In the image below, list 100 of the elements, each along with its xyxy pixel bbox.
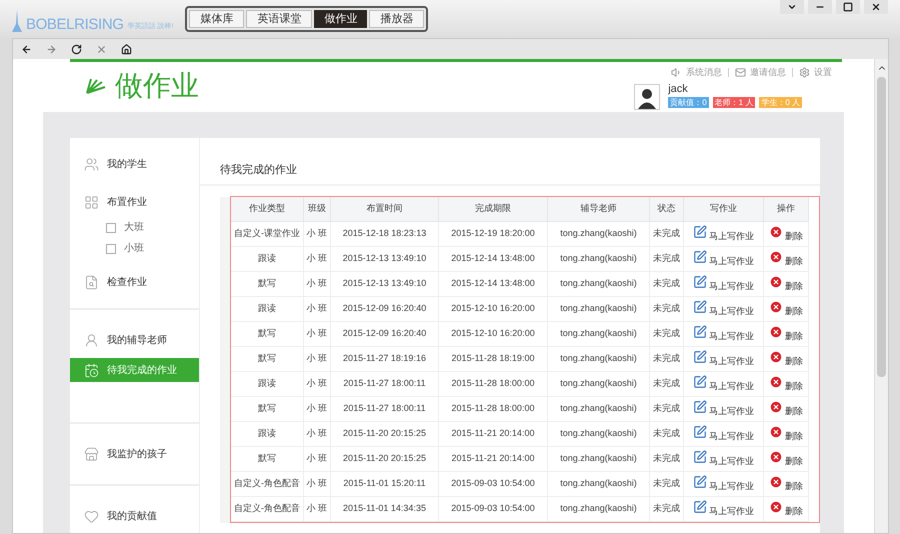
table-cell-text: tong.zhang(kaoshi) xyxy=(560,352,637,366)
module-tab[interactable]: 媒体库 xyxy=(189,10,244,28)
table-cell-text: 跟读 xyxy=(258,302,276,316)
speaker-icon xyxy=(671,67,682,78)
column-header: 操作 xyxy=(777,202,795,216)
calendar-icon xyxy=(84,362,99,378)
delete-link[interactable]: 删除 xyxy=(764,250,808,268)
write-homework-link[interactable]: 马上写作业 xyxy=(684,425,763,443)
edit-icon xyxy=(693,325,707,339)
sidebar-subitem[interactable]: 小班 xyxy=(70,241,199,256)
delete-link[interactable]: 删除 xyxy=(764,375,808,393)
delete-link[interactable]: 删除 xyxy=(764,275,808,293)
table-cell-text: 未完成 xyxy=(653,227,680,240)
table-cell-text: 小 班 xyxy=(306,352,328,366)
table-cell-text: 2015-12-09 16:20:40 xyxy=(342,327,426,340)
delete-icon xyxy=(769,250,783,264)
delete-link[interactable]: 删除 xyxy=(764,500,808,518)
table-cell-text: tong.zhang(kaoshi) xyxy=(560,427,637,440)
table-cell-text: 小 班 xyxy=(306,402,328,416)
home-icon[interactable] xyxy=(121,44,132,54)
edit-icon xyxy=(693,475,707,489)
table-cell-text: 小 班 xyxy=(306,427,328,440)
sidebar-item[interactable]: 我的辅导老师 xyxy=(70,328,199,352)
write-homework-link[interactable]: 马上写作业 xyxy=(684,300,763,318)
delete-link[interactable]: 删除 xyxy=(764,425,808,443)
delete-icon xyxy=(769,325,783,339)
table-cell-text: 自定义-角色配音 xyxy=(234,477,300,490)
hand-logo-icon xyxy=(85,77,107,95)
sidebar-item[interactable]: 我的贡献值 xyxy=(70,504,199,528)
table-cell-text: 未完成 xyxy=(653,477,680,490)
maximize-icon[interactable] xyxy=(836,0,860,14)
delete-icon xyxy=(769,475,783,489)
page-title: 做作业 xyxy=(115,72,199,100)
column-header: 完成期限 xyxy=(475,202,511,216)
delete-link[interactable]: 删除 xyxy=(764,400,808,418)
delete-link[interactable]: 删除 xyxy=(764,350,808,368)
stop-icon[interactable] xyxy=(96,44,107,54)
write-homework-link[interactable]: 马上写作业 xyxy=(684,400,763,418)
column-header: 辅导老师 xyxy=(580,202,616,216)
class-icon xyxy=(106,222,116,232)
write-homework-link[interactable]: 马上写作业 xyxy=(684,275,763,293)
write-homework-link[interactable]: 马上写作业 xyxy=(684,450,763,468)
delete-link[interactable]: 删除 xyxy=(764,475,808,493)
table-cell-text: 小 班 xyxy=(306,302,328,316)
refresh-icon[interactable] xyxy=(71,44,82,54)
table-cell-text: tong.zhang(kaoshi) xyxy=(560,252,637,266)
close-icon[interactable] xyxy=(864,0,888,14)
count-badge: 贡献值：0 xyxy=(668,96,709,108)
table-cell-text: 小 班 xyxy=(306,327,328,340)
user-name: jack xyxy=(668,84,689,94)
edit-icon xyxy=(693,225,707,239)
table-cell-text: 2015-12-14 13:48:00 xyxy=(451,252,535,266)
table-cell-text: 小 班 xyxy=(306,277,328,290)
heart-icon xyxy=(84,508,99,524)
sidebar-item[interactable]: 布置作业 xyxy=(70,190,199,214)
settings-icon xyxy=(799,67,810,78)
module-tab[interactable]: 做作业 xyxy=(314,10,368,28)
dropdown-icon[interactable] xyxy=(780,0,804,14)
module-tab[interactable]: 英语课堂 xyxy=(246,10,312,28)
edit-icon xyxy=(693,350,707,364)
store-icon xyxy=(84,446,99,462)
sidebar-item[interactable]: 我监护的孩子 xyxy=(70,442,199,466)
table-cell-text: 默写 xyxy=(258,327,276,340)
write-homework-link[interactable]: 马上写作业 xyxy=(684,375,763,393)
table-cell-text: 2015-11-27 18:00:11 xyxy=(343,377,426,390)
back-icon[interactable] xyxy=(21,44,32,54)
table-cell-text: tong.zhang(kaoshi) xyxy=(560,402,637,416)
mail-icon xyxy=(735,67,746,78)
write-homework-link[interactable]: 马上写作业 xyxy=(684,325,763,343)
write-homework-link[interactable]: 马上写作业 xyxy=(684,250,763,268)
table-cell-text: 2015-11-28 18:19:00 xyxy=(452,352,534,366)
edit-icon xyxy=(693,250,707,264)
delete-link[interactable]: 删除 xyxy=(764,325,808,343)
delete-link[interactable]: 删除 xyxy=(764,300,808,318)
delete-link[interactable]: 删除 xyxy=(764,225,808,243)
sidebar-subitem[interactable]: 大班 xyxy=(70,220,199,235)
sidebar-item[interactable]: 我的学生 xyxy=(70,152,199,176)
sidebar-item[interactable]: 检查作业 xyxy=(70,270,199,294)
scroll-thumb[interactable] xyxy=(877,77,886,377)
table-cell-text: 2015-11-27 18:00:11 xyxy=(343,402,426,416)
delete-icon xyxy=(769,225,783,239)
forward-icon[interactable] xyxy=(46,44,57,54)
class-icon xyxy=(106,244,116,254)
table-cell-text: tong.zhang(kaoshi) xyxy=(560,302,637,316)
write-homework-link[interactable]: 马上写作业 xyxy=(684,225,763,243)
table-cell-text: 小 班 xyxy=(306,252,328,266)
module-tab[interactable]: 播放器 xyxy=(369,10,424,28)
write-homework-link[interactable]: 马上写作业 xyxy=(684,350,763,368)
table-cell-text: 未完成 xyxy=(653,402,680,416)
write-homework-link[interactable]: 马上写作业 xyxy=(684,500,763,518)
table-cell-text: 小 班 xyxy=(306,227,328,240)
delete-link[interactable]: 删除 xyxy=(764,450,808,468)
write-homework-link[interactable]: 马上写作业 xyxy=(684,475,763,493)
table-cell-text: 未完成 xyxy=(653,352,680,366)
delete-icon xyxy=(769,350,783,364)
table-cell-text: 2015-11-20 20:15:25 xyxy=(343,427,426,440)
count-badge: 学生：0 人 xyxy=(759,96,802,108)
table-cell-text: 跟读 xyxy=(258,252,276,266)
minimize-icon[interactable] xyxy=(808,0,832,14)
person-icon xyxy=(84,332,99,348)
